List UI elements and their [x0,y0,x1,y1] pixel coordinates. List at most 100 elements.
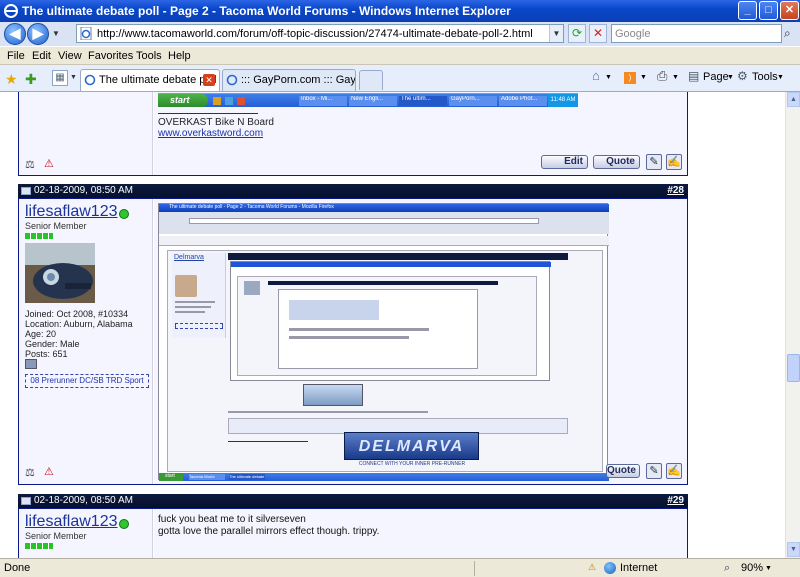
post-header: 02-18-2009, 08:50 AM #29 [18,494,688,508]
minimize-button[interactable]: _ [738,1,757,20]
tab-label: ::: GayPorn.com ::: Gay Por... [241,74,356,86]
add-favorites-icon[interactable]: ✚ [25,71,37,88]
search-icon[interactable]: ⌕ [784,26,798,42]
feeds-dropdown-icon[interactable]: ▼ [640,74,647,81]
embedded-clock: 11:48 AM [548,94,578,107]
embedded-task: New Engli... [349,96,397,106]
home-icon[interactable]: ⌂ [592,68,600,83]
signature-line: OVERKAST Bike N Board [158,117,274,128]
user-truck-link[interactable]: 08 Prerunner DC/SB TRD Sport [25,374,149,388]
username-link[interactable]: lifesaflaw123 [25,513,118,531]
post-29: lifesaflaw123 Senior Member fuck you bea… [18,508,688,558]
internet-zone-icon [604,562,616,574]
nested-banner-3 [289,300,379,320]
embedded-screenshot[interactable]: The ultimate debate poll - Page 2 - Taco… [158,203,609,481]
edit-button[interactable]: Edit [541,155,588,169]
menu-view[interactable]: View [58,50,82,62]
menu-edit[interactable]: Edit [32,50,51,62]
embedded-taskbar: start Inbox - Mi... New Engli... The ult… [158,93,578,107]
menu-favorites[interactable]: Favorites [88,50,133,62]
nested-bookmarks [159,236,609,246]
user-age: Age: 20 [25,329,57,339]
tools-menu[interactable]: Tools [752,71,778,83]
username-link[interactable]: lifesaflaw123 [25,203,118,221]
home-dropdown-icon[interactable]: ▼ [605,74,612,81]
report-post-icon[interactable]: ⚖ [25,466,35,479]
post-number[interactable]: #29 [667,495,684,506]
menu-file[interactable]: File [7,50,25,62]
close-button[interactable]: ✕ [780,1,799,20]
post-icon [21,187,31,195]
avatar[interactable] [25,243,95,303]
page-dropdown-icon[interactable]: ▼ [727,74,734,81]
warning-icon[interactable]: ⚠ [44,157,54,170]
page-menu-icon: ▤ [688,69,700,83]
post-user-info: lifesaflaw123 Senior Member [19,509,153,558]
tab-list-dropdown-icon[interactable]: ▼ [70,74,77,81]
zoom-dropdown-icon[interactable]: ▼ [765,565,772,572]
embedded-task: The ultim... [399,96,447,106]
signature-link[interactable]: www.overkastword.com [158,128,263,139]
multiquote-icon[interactable]: ✎ [646,463,662,479]
nested-text-3 [289,328,429,331]
quick-reply-icon[interactable]: ✍ [666,154,682,170]
nested-text-3 [289,336,409,339]
tab-close-icon[interactable]: ✕ [203,74,215,86]
post-body: fuck you beat me to it silverseven gotta… [154,509,687,558]
back-button[interactable]: ◀ [4,23,26,45]
post-date: 02-18-2009, 08:50 AM [34,185,133,196]
zoom-icon[interactable]: ⌕ [724,562,730,575]
status-divider [474,561,475,576]
tab-bar: ★ ✚ ▦ ▼ The ultimate debate poll -... ✕ … [0,65,800,92]
history-dropdown-icon[interactable]: ▼ [52,29,62,39]
ie-page-icon [226,74,238,86]
print-dropdown-icon[interactable]: ▼ [672,74,679,81]
scroll-down-icon[interactable]: ▼ [787,542,800,557]
online-status-icon [119,519,129,529]
ie-page-icon [84,74,96,86]
delmarva-banner: DELMARVA [344,432,479,460]
quote-button[interactable]: Quote [593,155,640,169]
feeds-icon[interactable]: ) [624,72,636,84]
vertical-scrollbar[interactable]: ▲ ▼ [785,92,800,558]
search-input[interactable]: Google [611,24,782,43]
address-bar[interactable]: http://www.tacomaworld.com/forum/off-top… [76,24,564,43]
warning-icon[interactable]: ⚠ [44,465,54,478]
nested-avatar-2 [244,281,260,295]
nested-text [228,411,428,413]
forward-button[interactable]: ▶ [27,23,49,45]
multiquote-icon[interactable]: ✎ [646,154,662,170]
quick-reply-icon[interactable]: ✍ [666,463,682,479]
menu-help[interactable]: Help [168,50,191,62]
nested-header-2 [268,281,498,285]
page-menu[interactable]: Page [703,71,729,83]
status-bar: Done ⚠ Internet ⌕ 90% ▼ [0,558,800,577]
quick-tabs-icon[interactable]: ▦ [52,70,68,86]
post-number[interactable]: #28 [667,185,684,196]
quicklaunch-icon [237,97,245,105]
scroll-thumb[interactable] [787,354,800,382]
quicklaunch-icon [225,97,233,105]
favorites-star-icon[interactable]: ★ [5,71,18,88]
menu-tools[interactable]: Tools [136,50,162,62]
refresh-icon[interactable]: ⟳ [568,24,586,43]
ie-logo-icon [4,4,18,18]
print-icon[interactable]: ⎙ [657,68,667,84]
tab-second[interactable]: ::: GayPorn.com ::: Gay Por... [222,69,356,91]
report-post-icon[interactable]: ⚖ [25,158,35,171]
zoom-level[interactable]: 90% [741,562,763,574]
tools-dropdown-icon[interactable]: ▼ [777,74,784,81]
scroll-up-icon[interactable]: ▲ [787,92,800,107]
post-icon [21,497,31,505]
new-tab-button[interactable] [359,70,383,90]
stop-icon[interactable]: ✕ [589,24,607,43]
post-user-info [19,92,153,175]
search-placeholder: Google [615,28,651,40]
maximize-button[interactable]: □ [759,1,778,20]
quote-button[interactable]: Quote [606,464,640,478]
tab-ultimate-debate[interactable]: The ultimate debate poll -... ✕ [80,69,220,91]
address-dropdown-icon[interactable]: ▼ [549,25,563,42]
menu-bar: File Edit View Favorites Tools Help [0,47,800,65]
protected-mode-icon: ⚠ [588,562,597,572]
gear-icon: ⚙ [737,69,748,83]
